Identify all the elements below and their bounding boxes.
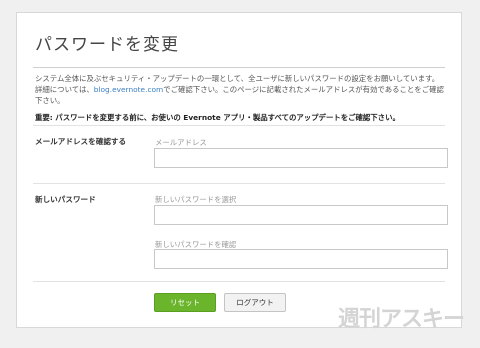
section-divider [33, 183, 445, 184]
blog-link[interactable]: blog.evernote.com [94, 85, 163, 94]
confirm-password-input[interactable] [154, 249, 448, 269]
reset-button[interactable]: リセット [154, 293, 216, 312]
section-divider [33, 281, 445, 282]
logout-button[interactable]: ログアウト [224, 293, 286, 312]
new-password-field-label: 新しいパスワードを選択 [155, 195, 237, 204]
important-notice: 重要: パスワードを変更する前に、お使いの Evernote アプリ・製品すべて… [35, 113, 400, 122]
email-field-label: メールアドレス [155, 138, 207, 147]
email-input[interactable] [154, 148, 448, 168]
password-change-panel: パスワードを変更 システム全体に及ぶセキュリティ・アップデートの一環として、全ユ… [16, 12, 462, 328]
section-divider [33, 125, 445, 126]
title-divider [33, 67, 445, 68]
description-text: システム全体に及ぶセキュリティ・アップデートの一環として、全ユーザに新しいパスワ… [35, 73, 445, 106]
password-section-label: 新しいパスワード [35, 195, 96, 204]
page-title: パスワードを変更 [35, 35, 179, 55]
email-section-label: メールアドレスを確認する [35, 137, 127, 146]
new-password-input[interactable] [154, 205, 448, 225]
publisher-watermark: 週刊アスキー [338, 307, 465, 332]
